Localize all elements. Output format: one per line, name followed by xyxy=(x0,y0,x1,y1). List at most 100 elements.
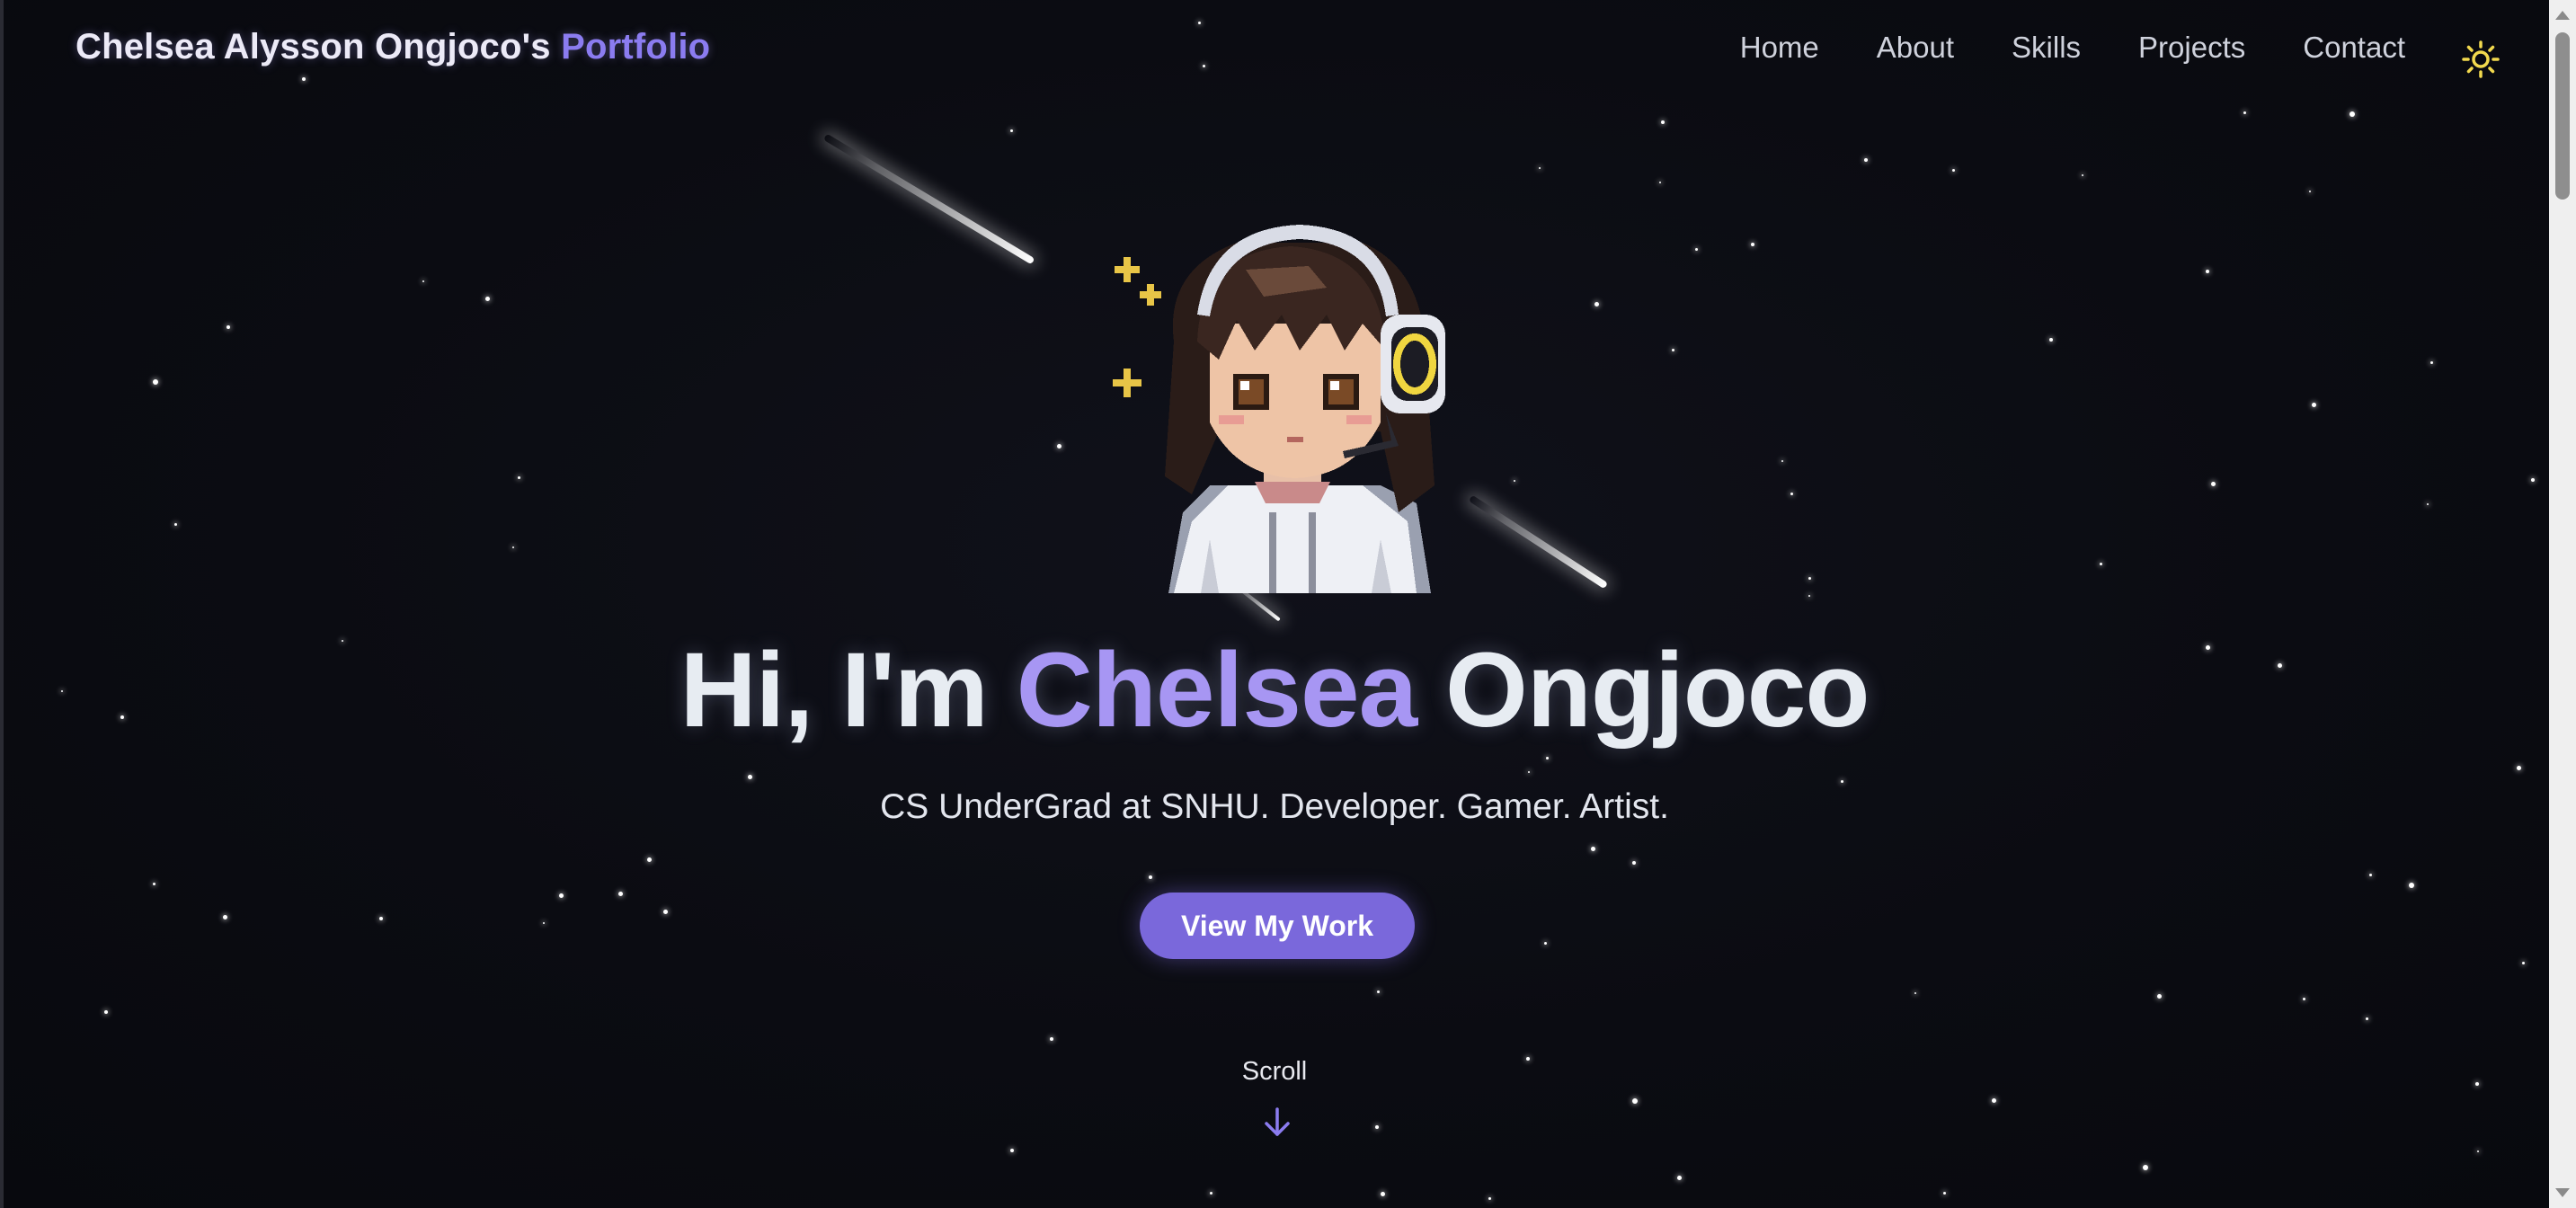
star xyxy=(1149,875,1152,879)
starfield xyxy=(0,0,2576,1208)
star xyxy=(2477,1150,2479,1152)
star xyxy=(1992,1098,1996,1103)
star xyxy=(379,917,383,920)
nav-contact[interactable]: Contact xyxy=(2303,31,2405,65)
star xyxy=(2157,994,2162,999)
star xyxy=(2100,563,2102,565)
nav-home[interactable]: Home xyxy=(1740,31,1819,65)
main-nav: Home About Skills Projects Contact xyxy=(1740,31,2405,65)
star xyxy=(2409,883,2414,888)
star xyxy=(2049,338,2053,342)
star xyxy=(1808,577,1811,580)
star xyxy=(227,325,230,329)
star xyxy=(2312,403,2316,407)
star xyxy=(485,297,490,301)
star xyxy=(1864,158,1868,162)
avatar xyxy=(1113,225,1445,593)
star xyxy=(1952,169,1955,172)
sun-icon[interactable] xyxy=(2461,40,2500,79)
hero-greeting: Hi, I'm xyxy=(680,631,988,750)
star xyxy=(647,857,652,862)
star xyxy=(1544,942,1547,945)
star xyxy=(2517,766,2521,770)
star xyxy=(2206,270,2209,273)
star xyxy=(1203,65,1205,67)
star xyxy=(1781,460,1783,462)
brand-name: Chelsea Alysson Ongjoco's xyxy=(76,27,551,67)
hero-heading: Hi, I'm Chelsea Ongjoco xyxy=(0,629,2549,751)
star xyxy=(618,892,623,896)
nav-projects[interactable]: Projects xyxy=(2138,31,2245,65)
star xyxy=(302,77,306,81)
star xyxy=(2309,191,2311,192)
shooting-star xyxy=(1468,494,1609,590)
arrow-down-icon[interactable] xyxy=(1262,1106,1292,1138)
star xyxy=(1943,1192,1946,1195)
star xyxy=(422,280,424,282)
star xyxy=(1377,990,1380,993)
star xyxy=(512,546,514,548)
window-edge xyxy=(0,0,4,1208)
star xyxy=(2531,478,2535,482)
star xyxy=(2430,361,2433,364)
star xyxy=(1198,22,1201,24)
star xyxy=(2369,874,2372,876)
star xyxy=(1808,595,1810,597)
star xyxy=(1210,1192,1212,1195)
star xyxy=(1528,771,1530,773)
star xyxy=(223,915,227,919)
star xyxy=(1695,248,1698,251)
star xyxy=(2427,503,2429,505)
star xyxy=(559,893,564,898)
page-scrollbar[interactable] xyxy=(2549,0,2576,1208)
star xyxy=(1539,167,1541,169)
star xyxy=(1010,129,1013,132)
star xyxy=(1632,1098,1638,1104)
star xyxy=(2143,1165,2148,1170)
star xyxy=(1546,757,1549,759)
star xyxy=(1632,861,1636,865)
star xyxy=(1790,493,1793,495)
star xyxy=(1057,444,1061,449)
star xyxy=(1488,1197,1491,1200)
brand-accent: Portfolio xyxy=(561,27,711,67)
star xyxy=(1375,1125,1379,1129)
scrollbar-thumb[interactable] xyxy=(2555,32,2570,200)
star xyxy=(2211,482,2216,486)
star xyxy=(1514,480,1515,482)
scroll-up-icon[interactable] xyxy=(2555,11,2570,20)
star xyxy=(2082,174,2083,176)
nav-about[interactable]: About xyxy=(1877,31,1954,65)
star xyxy=(1591,847,1595,851)
star xyxy=(1661,120,1665,124)
nav-skills[interactable]: Skills xyxy=(2012,31,2081,65)
site-brand[interactable]: Chelsea Alysson Ongjoco's Portfolio xyxy=(76,27,710,67)
star xyxy=(1659,182,1661,183)
star xyxy=(1381,1192,1385,1196)
star xyxy=(2349,111,2355,117)
portfolio-page: Chelsea Alysson Ongjoco's Portfolio Home… xyxy=(0,0,2576,1208)
star xyxy=(153,883,155,885)
star xyxy=(2366,1017,2368,1020)
scroll-down-icon[interactable] xyxy=(2555,1188,2570,1197)
star xyxy=(1594,302,1599,306)
star xyxy=(2522,962,2525,964)
star xyxy=(1751,243,1754,246)
star xyxy=(104,1010,108,1014)
star xyxy=(174,523,177,526)
star xyxy=(2243,111,2246,114)
view-my-work-button[interactable]: View My Work xyxy=(1140,893,1415,959)
star xyxy=(1677,1176,1682,1180)
hero-last-name: Ongjoco xyxy=(1445,631,1870,750)
star xyxy=(1672,349,1674,351)
star xyxy=(518,476,520,479)
star xyxy=(1010,1149,1014,1152)
star xyxy=(2303,998,2305,1000)
shooting-star xyxy=(822,133,1035,265)
star xyxy=(153,379,158,385)
scroll-label: Scroll xyxy=(1241,1057,1308,1086)
star xyxy=(1050,1037,1053,1041)
star xyxy=(748,775,752,779)
hero-subtitle: CS UnderGrad at SNHU. Developer. Gamer. … xyxy=(880,787,1669,826)
hero-first-name: Chelsea xyxy=(1016,631,1418,750)
